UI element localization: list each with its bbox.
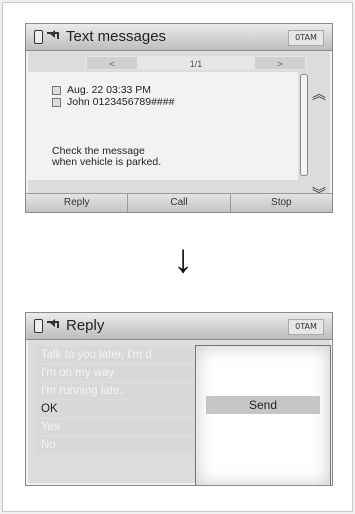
prev-page-button[interactable]: < xyxy=(86,56,138,70)
contact-icon xyxy=(52,97,61,107)
title-bar: Reply 0TAM xyxy=(26,313,332,340)
status-indicator: 0TAM xyxy=(288,319,324,335)
page-frame: Text messages 0TAM < 1/1 > Aug. 22 03:33… xyxy=(2,2,353,512)
page-title: Text messages xyxy=(66,28,167,45)
list-item[interactable]: I'm running late. xyxy=(36,383,216,399)
list-item[interactable]: I'm on my way xyxy=(36,365,216,381)
send-popup: Send xyxy=(195,345,331,485)
message-date-row: Aug. 22 03:33 PM xyxy=(52,84,151,96)
phone-icon xyxy=(34,319,43,333)
message-date: Aug. 22 03:33 PM xyxy=(67,84,152,96)
pager: < 1/1 > xyxy=(86,56,306,70)
reply-button[interactable]: Reply xyxy=(26,194,129,212)
message-area: Aug. 22 03:33 PM John 0123456789#### Che… xyxy=(26,72,298,180)
chevron-up-icon[interactable]: ︽ xyxy=(312,84,326,104)
scrollbar[interactable] xyxy=(300,74,308,176)
send-button[interactable]: Send xyxy=(206,396,320,414)
list-item[interactable]: Yes xyxy=(36,419,216,435)
page-indicator: 1/1 xyxy=(138,56,254,70)
phone-icon xyxy=(34,30,43,44)
title-icons xyxy=(34,30,59,44)
message-sender: John 0123456789#### xyxy=(67,96,175,108)
back-icon[interactable] xyxy=(46,30,59,42)
text-messages-screen: Text messages 0TAM < 1/1 > Aug. 22 03:33… xyxy=(25,23,333,213)
next-page-button[interactable]: > xyxy=(254,56,306,70)
message-sender-row: John 0123456789#### xyxy=(52,96,174,108)
reply-screen: Reply 0TAM Talk to you later, I'm d I'm … xyxy=(25,312,333,486)
stop-button[interactable]: Stop xyxy=(230,194,332,212)
reply-options-list: Talk to you later, I'm d I'm on my way I… xyxy=(36,347,216,455)
back-icon[interactable] xyxy=(46,319,59,331)
list-item[interactable]: Talk to you later, I'm d xyxy=(36,347,216,363)
title-bar: Text messages 0TAM xyxy=(26,24,332,51)
down-arrow-icon: ↓ xyxy=(173,237,193,281)
status-indicator: 0TAM xyxy=(288,30,324,46)
page-title: Reply xyxy=(66,317,105,334)
message-body: Check the message when vehicle is parked… xyxy=(52,145,162,168)
button-bar: Reply Call Stop xyxy=(26,193,332,212)
list-item-selected[interactable]: OK xyxy=(36,401,216,417)
call-button[interactable]: Call xyxy=(128,194,231,212)
list-item[interactable]: No xyxy=(36,437,216,453)
title-icons xyxy=(34,319,59,333)
calendar-icon xyxy=(52,85,61,95)
